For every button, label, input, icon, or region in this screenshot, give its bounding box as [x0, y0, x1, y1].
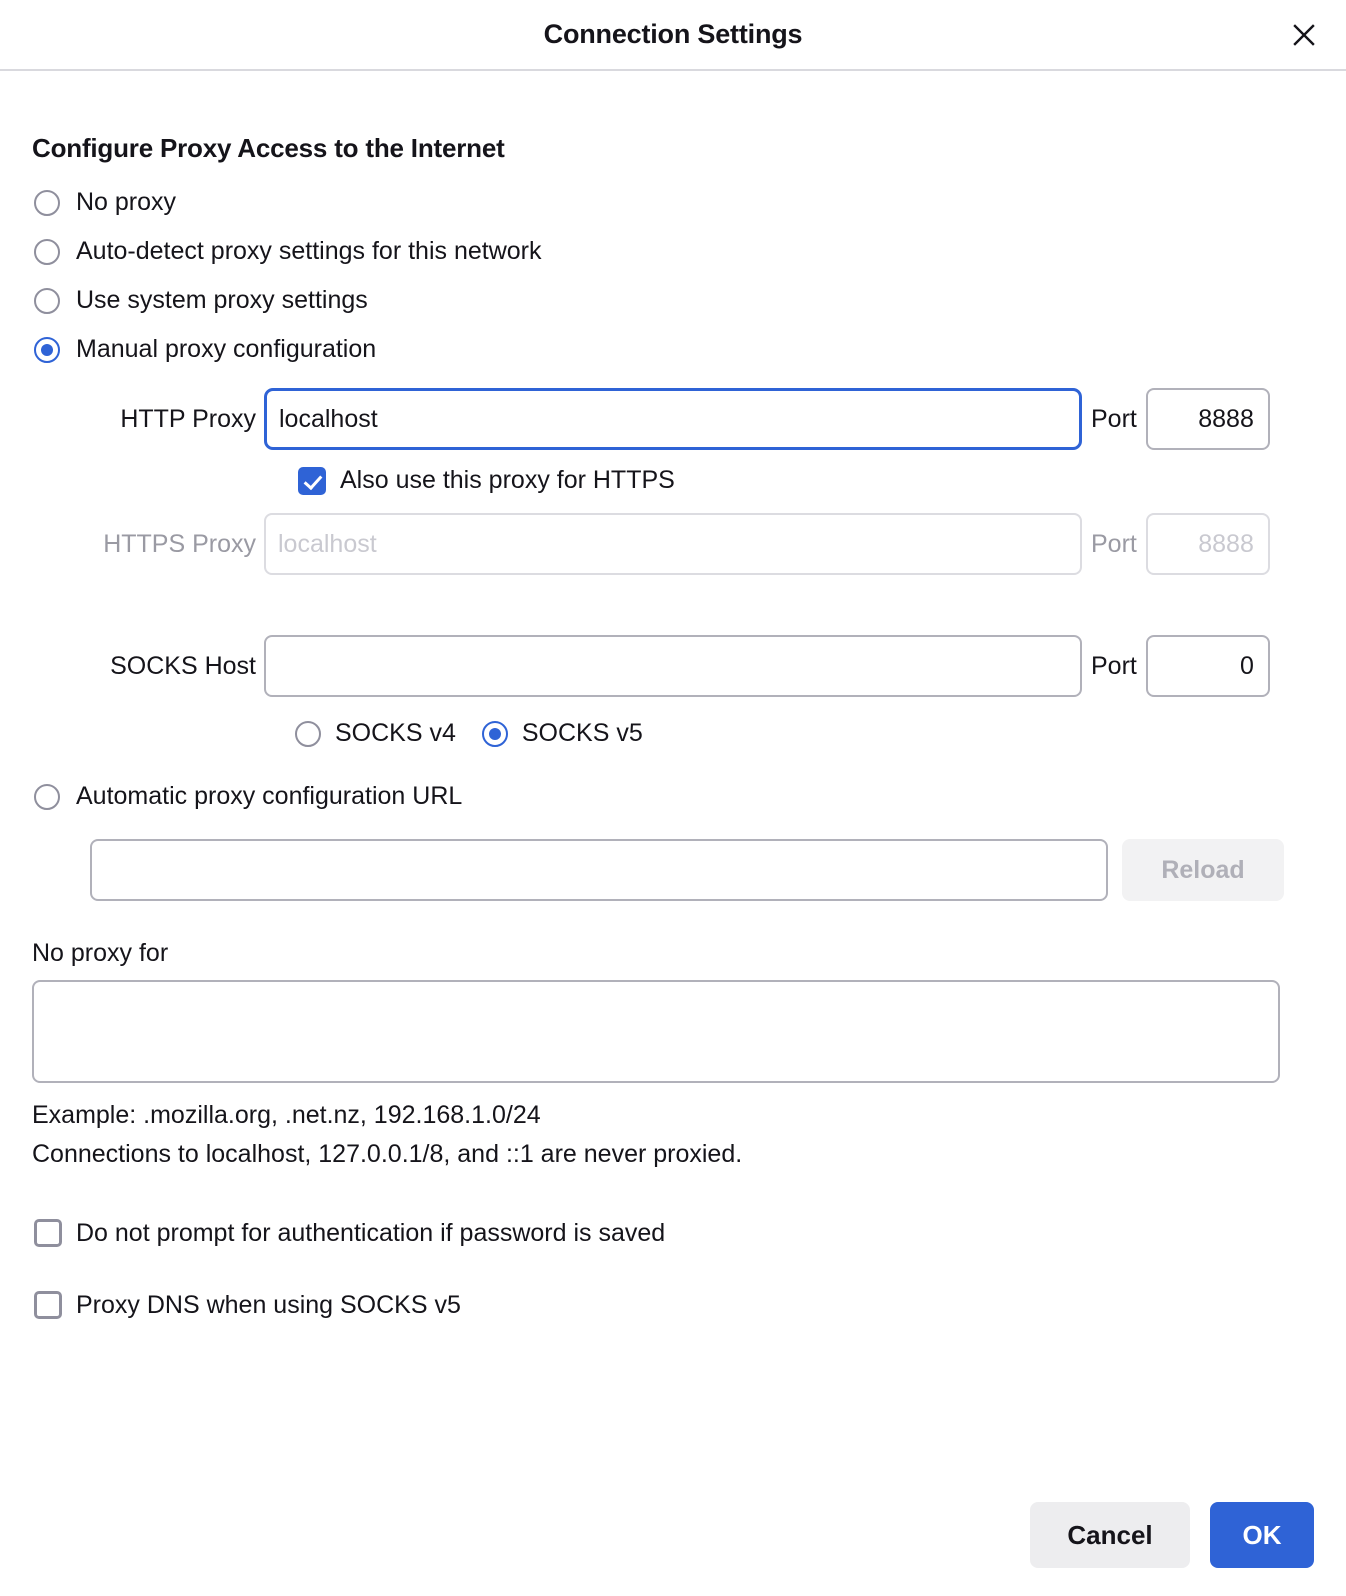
radio-indicator [34, 336, 60, 363]
also-https-checkbox-row[interactable]: Also use this proxy for HTTPS [298, 466, 1314, 495]
radio-indicator [481, 720, 508, 747]
connection-settings-dialog: Connection Settings Configure Proxy Acce… [0, 0, 1346, 1596]
example-hint: Example: .mozilla.org, .net.nz, 192.168.… [32, 1101, 541, 1129]
dialog-title: Connection Settings [543, 19, 803, 49]
socks-port-label: Port [1091, 651, 1137, 680]
radio-pac-url[interactable]: Automatic proxy configuration URL [32, 772, 1314, 821]
checkbox-indicator [298, 466, 326, 495]
section-heading: Configure Proxy Access to the Internet [32, 133, 505, 163]
radio-indicator [34, 287, 60, 314]
dialog-body: Configure Proxy Access to the Internet N… [0, 71, 1346, 1596]
reload-button: Reload [1122, 839, 1284, 901]
radio-indicator [34, 238, 60, 265]
ok-button[interactable]: OK [1210, 1502, 1314, 1568]
pac-url-row: Reload [90, 839, 1314, 901]
radio-label: Manual proxy configuration [76, 335, 377, 363]
dialog-header: Connection Settings [0, 0, 1346, 71]
no-proxy-for-textarea[interactable] [32, 980, 1280, 1083]
https-proxy-label: HTTPS Proxy [103, 529, 256, 558]
http-proxy-input[interactable] [264, 388, 1082, 450]
radio-system-proxy[interactable]: Use system proxy settings [32, 276, 1314, 325]
socks-port-input[interactable] [1145, 635, 1270, 697]
checkbox-label: Do not prompt for authentication if pass… [76, 1218, 666, 1247]
http-port-input[interactable] [1145, 388, 1270, 450]
https-proxy-input [264, 513, 1082, 575]
options-group: Do not prompt for authentication if pass… [32, 1197, 1314, 1341]
also-https-label: Also use this proxy for HTTPS [340, 466, 675, 494]
http-proxy-row: HTTP Proxy Port [32, 388, 1314, 450]
checkbox-no-auth-prompt[interactable]: Do not prompt for authentication if pass… [32, 1197, 1314, 1269]
no-proxy-for-label: No proxy for [32, 939, 169, 967]
radio-socks-v5[interactable]: SOCKS v5 [480, 719, 643, 748]
dialog-footer: Cancel OK [1030, 1502, 1314, 1568]
radio-label: Automatic proxy configuration URL [76, 782, 463, 810]
radio-indicator [295, 720, 321, 747]
http-proxy-label: HTTP Proxy [120, 404, 256, 433]
cancel-button[interactable]: Cancel [1030, 1502, 1190, 1568]
socks-host-input[interactable] [264, 635, 1082, 697]
socks-version-group: SOCKS v4 SOCKS v5 [293, 719, 1314, 748]
checkbox-indicator [34, 1219, 62, 1247]
radio-indicator [34, 189, 60, 216]
radio-indicator [34, 783, 60, 810]
radio-label: Use system proxy settings [76, 286, 368, 314]
socks-host-row: SOCKS Host Port [32, 635, 1314, 697]
pac-url-input[interactable] [90, 839, 1108, 901]
radio-label: No proxy [76, 188, 177, 216]
radio-label: SOCKS v5 [521, 719, 643, 747]
close-icon [1289, 20, 1319, 50]
radio-label: Auto-detect proxy settings for this netw… [76, 237, 542, 265]
close-button[interactable] [1282, 13, 1326, 57]
radio-label: SOCKS v4 [335, 719, 456, 747]
localhost-hint: Connections to localhost, 127.0.0.1/8, a… [32, 1139, 743, 1168]
radio-auto-detect[interactable]: Auto-detect proxy settings for this netw… [32, 227, 1314, 276]
checkbox-proxy-dns[interactable]: Proxy DNS when using SOCKS v5 [32, 1269, 1314, 1341]
checkbox-label: Proxy DNS when using SOCKS v5 [76, 1290, 461, 1319]
radio-manual-proxy[interactable]: Manual proxy configuration [32, 325, 1314, 374]
https-port-label: Port [1091, 529, 1137, 558]
https-proxy-row: HTTPS Proxy Port [32, 513, 1314, 575]
radio-no-proxy[interactable]: No proxy [32, 178, 1314, 227]
checkbox-indicator [34, 1291, 62, 1319]
radio-socks-v4[interactable]: SOCKS v4 [293, 719, 456, 748]
http-port-label: Port [1091, 404, 1137, 433]
socks-host-label: SOCKS Host [110, 651, 256, 680]
https-port-input [1145, 513, 1270, 575]
